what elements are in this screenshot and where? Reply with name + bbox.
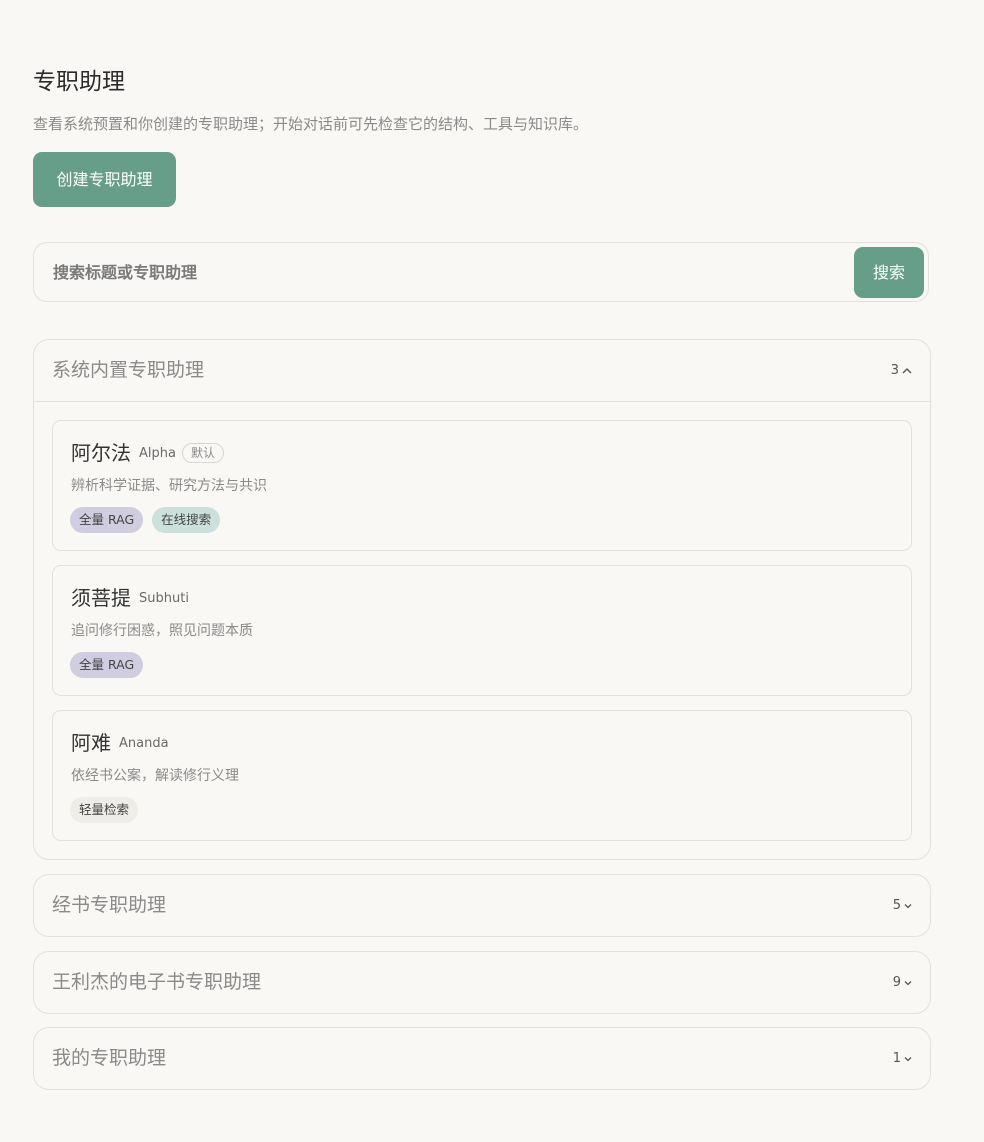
tag-online-search: 在线搜索 xyxy=(152,507,221,533)
assistant-english-name: Subhuti xyxy=(139,591,189,606)
page-title: 专职助理 xyxy=(33,69,125,95)
assistant-card-ananda[interactable]: 阿难 Ananda 依经书公案，解读修行义理 轻量检索 xyxy=(52,710,912,841)
assistant-card-subhuti[interactable]: 须菩提 Subhuti 追问修行困惑，照见问题本质 全量 RAG xyxy=(52,565,912,696)
chevron-down-icon xyxy=(904,875,912,936)
search-button[interactable]: 搜索 xyxy=(854,247,924,298)
assistant-name: 阿尔法 xyxy=(71,441,131,465)
tag-full-rag: 全量 RAG xyxy=(70,652,144,678)
section-system-assistants: 系统内置专职助理 3 阿尔法 Alpha 默认 辨析科学证据、研究方法与共识 全… xyxy=(33,339,931,860)
section-header-mine[interactable]: 我的专职助理 1 xyxy=(34,1028,930,1089)
tag-list: 全量 RAG xyxy=(70,652,144,678)
section-count: 3 xyxy=(891,340,912,401)
create-assistant-button[interactable]: 创建专职助理 xyxy=(33,152,176,207)
section-divider xyxy=(34,401,930,402)
search-bar: 搜索 xyxy=(33,242,929,302)
assistant-name: 须菩提 xyxy=(71,586,131,610)
chevron-up-icon xyxy=(902,340,912,401)
section-count-value: 5 xyxy=(892,898,901,913)
section-title: 系统内置专职助理 xyxy=(52,359,205,381)
section-scripture-assistants: 经书专职助理 5 xyxy=(33,874,931,937)
assistant-card-alpha[interactable]: 阿尔法 Alpha 默认 辨析科学证据、研究方法与共识 全量 RAG 在线搜索 xyxy=(52,420,912,551)
section-count: 9 xyxy=(893,952,912,1013)
assistant-description: 追问修行困惑，照见问题本质 xyxy=(71,623,253,639)
tag-full-rag: 全量 RAG xyxy=(70,507,144,533)
section-header-system[interactable]: 系统内置专职助理 3 xyxy=(34,340,930,401)
section-count: 5 xyxy=(893,875,912,936)
assistant-english-name: Ananda xyxy=(119,736,169,751)
tag-list: 轻量检索 xyxy=(70,797,139,823)
section-ebook-assistants: 王利杰的电子书专职助理 9 xyxy=(33,951,931,1014)
section-count-value: 3 xyxy=(890,363,899,378)
assistant-description: 辨析科学证据、研究方法与共识 xyxy=(71,478,267,494)
section-count: 1 xyxy=(893,1028,912,1089)
section-title: 我的专职助理 xyxy=(52,1047,167,1069)
chevron-down-icon xyxy=(904,952,912,1013)
search-input[interactable] xyxy=(35,244,845,300)
section-count-value: 1 xyxy=(892,1051,901,1066)
page-subtitle: 查看系统预置和你创建的专职助理；开始对话前可先检查它的结构、工具与知识库。 xyxy=(33,115,589,133)
section-title: 经书专职助理 xyxy=(52,894,167,916)
tag-light-retrieval: 轻量检索 xyxy=(70,797,139,823)
assistant-english-name: Alpha xyxy=(139,446,176,461)
section-count-value: 9 xyxy=(892,975,901,990)
tag-list: 全量 RAG 在线搜索 xyxy=(70,507,221,533)
page: 专职助理 查看系统预置和你创建的专职助理；开始对话前可先检查它的结构、工具与知识… xyxy=(0,0,984,1142)
assistant-description: 依经书公案，解读修行义理 xyxy=(71,768,239,784)
default-badge: 默认 xyxy=(182,443,225,463)
assistant-name: 阿难 xyxy=(71,731,111,755)
section-header-ebook[interactable]: 王利杰的电子书专职助理 9 xyxy=(34,952,930,1013)
section-header-scripture[interactable]: 经书专职助理 5 xyxy=(34,875,930,936)
section-my-assistants: 我的专职助理 1 xyxy=(33,1027,931,1090)
chevron-down-icon xyxy=(904,1028,912,1089)
section-title: 王利杰的电子书专职助理 xyxy=(52,971,262,993)
